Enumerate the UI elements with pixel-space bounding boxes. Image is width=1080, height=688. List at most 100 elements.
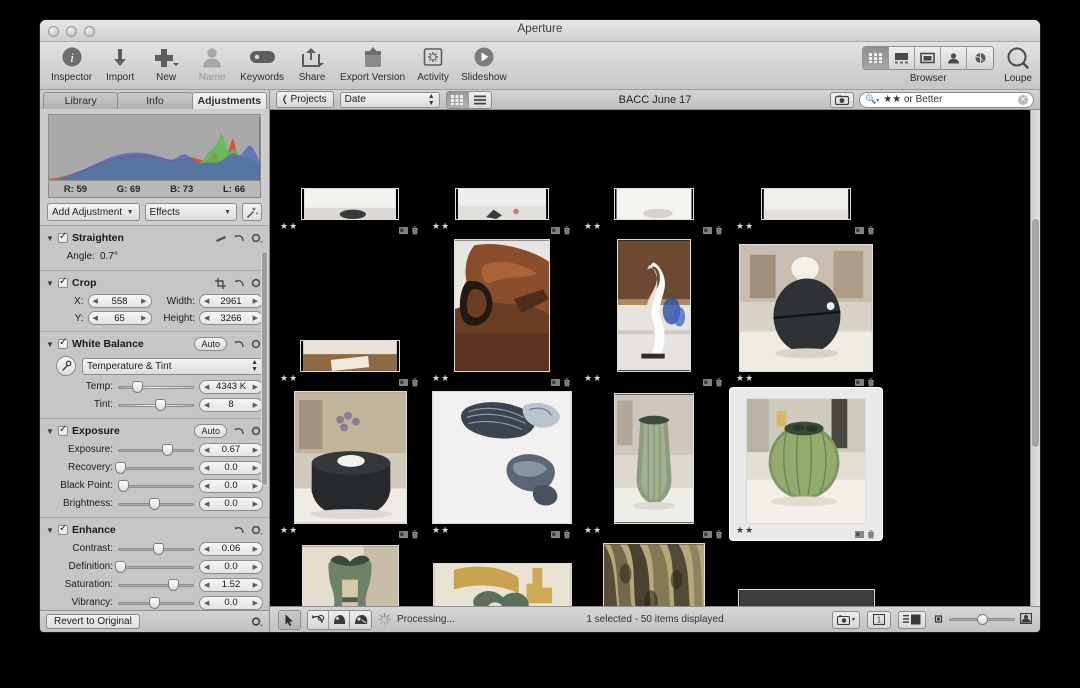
- crop-tool-icon[interactable]: [215, 277, 227, 289]
- white-balance-mode-popup[interactable]: Temperature & Tint ▲ ▼: [82, 357, 263, 375]
- toolbar-button-slideshow[interactable]: Slideshow: [456, 45, 512, 83]
- recovery-stepper[interactable]: ◀ 0.0 ▶: [199, 460, 263, 475]
- recovery-slider[interactable]: [114, 461, 194, 474]
- toolbar-button-new[interactable]: New: [143, 45, 189, 83]
- saturation-slider[interactable]: [118, 578, 194, 591]
- stepper-right-icon[interactable]: ▶: [253, 297, 258, 305]
- camera-filter-button[interactable]: [830, 91, 854, 108]
- eyedropper-icon[interactable]: [56, 356, 76, 376]
- panel-checkbox[interactable]: [58, 523, 68, 535]
- reset-icon[interactable]: [233, 232, 245, 244]
- star-rating[interactable]: ★★: [432, 525, 450, 536]
- star-rating[interactable]: ★★: [280, 525, 298, 536]
- stepper-right-icon[interactable]: ▶: [253, 545, 258, 553]
- auto-button[interactable]: Auto: [194, 337, 227, 351]
- stamp-icon[interactable]: [350, 610, 371, 629]
- stepper-right-icon[interactable]: ▶: [253, 314, 258, 322]
- slider-knob[interactable]: [114, 560, 126, 573]
- edit-tools-group[interactable]: [307, 609, 372, 630]
- thumbnail-cell[interactable]: ★★: [426, 236, 578, 388]
- slider-knob[interactable]: [152, 542, 164, 555]
- star-rating[interactable]: ★★: [432, 373, 450, 384]
- panel-checkbox[interactable]: [58, 276, 68, 288]
- toolbar-button-activity[interactable]: Activity: [410, 45, 456, 83]
- vibrancy-stepper[interactable]: ◀ 0.0 ▶: [199, 595, 263, 610]
- star-rating[interactable]: ★★: [432, 221, 450, 232]
- temp-slider[interactable]: [118, 380, 194, 393]
- thumbnail-grid[interactable]: ★★ ★★ ★★ ★★ ★★ ★★ ★★ ★★ ★★ ★★ ★★ ★★: [270, 110, 1030, 606]
- thumbnail-cell[interactable]: ★★: [578, 110, 730, 236]
- slider-knob[interactable]: [149, 497, 161, 510]
- star-rating[interactable]: ★★: [584, 221, 602, 232]
- star-rating[interactable]: ★★: [584, 373, 602, 384]
- inspector-tabs[interactable]: Library Info Adjustments: [40, 90, 269, 109]
- faces-icon[interactable]: [941, 47, 968, 69]
- tint-stepper[interactable]: ◀ 8 ▶: [199, 397, 263, 412]
- panel-header[interactable]: ▼ Crop: [40, 275, 269, 291]
- toolbar-button-loupe[interactable]: Loupe: [1004, 46, 1032, 84]
- toolbar-button-inspector[interactable]: i Inspector: [46, 45, 97, 83]
- crop-height-stepper[interactable]: ◀ 3266 ▶: [199, 311, 263, 325]
- brightness-stepper[interactable]: ◀ 0.0 ▶: [199, 496, 263, 511]
- saturation-stepper[interactable]: ◀ 1.52 ▶: [199, 577, 263, 592]
- metadata-view-button[interactable]: [898, 610, 926, 629]
- panel-header[interactable]: ▼ White Balance Auto: [40, 336, 269, 352]
- search-input[interactable]: 🔍▾ ★★ or Better ✕: [859, 91, 1034, 108]
- scrollbar-thumb[interactable]: [1032, 219, 1039, 448]
- thumbnail-cell[interactable]: ★★: [426, 388, 578, 540]
- scrollbar-thumb[interactable]: [261, 250, 268, 487]
- thumbnail-cell[interactable]: ★★: [274, 388, 426, 540]
- grid-view-icon[interactable]: [446, 91, 469, 108]
- stepper-right-icon[interactable]: ▶: [253, 482, 258, 490]
- temp-stepper[interactable]: ◀ 4343 K ▶: [199, 379, 263, 394]
- star-rating[interactable]: ★★: [736, 373, 754, 384]
- search-icon[interactable]: 🔍▾: [865, 94, 879, 105]
- browser-scrollbar[interactable]: [1030, 110, 1040, 606]
- crop-y-stepper[interactable]: ◀ 65 ▶: [87, 311, 152, 325]
- rotate-left-icon[interactable]: [308, 610, 329, 629]
- thumbnail-size-slider[interactable]: [933, 611, 1033, 629]
- places-icon[interactable]: [967, 47, 994, 69]
- panel-header[interactable]: ▼ Exposure Auto: [40, 423, 269, 439]
- thumbnail-cell[interactable]: ★★: [730, 236, 882, 388]
- reset-icon[interactable]: [233, 425, 245, 437]
- contrast-slider[interactable]: [118, 542, 194, 555]
- black-point-stepper[interactable]: ◀ 0.0 ▶: [199, 478, 263, 493]
- panel-checkbox[interactable]: [58, 424, 68, 436]
- disclosure-triangle-icon[interactable]: ▼: [46, 340, 54, 349]
- slider-knob[interactable]: [161, 443, 173, 456]
- panel-checkbox[interactable]: [58, 231, 68, 243]
- stepper-right-icon[interactable]: ▶: [253, 599, 258, 607]
- thumbnail-grid-area[interactable]: ★★ ★★ ★★ ★★ ★★ ★★ ★★ ★★ ★★ ★★ ★★ ★★: [270, 110, 1040, 606]
- stepper-right-icon[interactable]: ▶: [253, 446, 258, 454]
- toolbar-button-name[interactable]: Name: [189, 45, 235, 83]
- stepper-right-icon[interactable]: ▶: [141, 297, 146, 305]
- camera-info-button[interactable]: ▾: [831, 610, 860, 629]
- thumbnail-cell[interactable]: ★★: [274, 540, 426, 606]
- stepper-right-icon[interactable]: ▶: [253, 401, 258, 409]
- tab-adjustments[interactable]: Adjustments: [191, 92, 267, 109]
- effects-popup[interactable]: Effects ▼: [144, 203, 237, 221]
- disclosure-triangle-icon[interactable]: ▼: [46, 427, 54, 436]
- slider-knob[interactable]: [976, 614, 988, 625]
- slider-knob[interactable]: [114, 461, 126, 474]
- slider-knob[interactable]: [154, 398, 166, 411]
- star-rating[interactable]: ★★: [736, 525, 754, 536]
- viewer-icon[interactable]: [915, 47, 942, 69]
- crop-x-stepper[interactable]: ◀ 558 ▶: [87, 294, 152, 308]
- reset-icon[interactable]: [233, 524, 245, 536]
- disclosure-triangle-icon[interactable]: ▼: [46, 234, 54, 243]
- star-rating[interactable]: ★★: [280, 373, 298, 384]
- view-mode-segments[interactable]: [862, 46, 995, 70]
- exposure-stepper[interactable]: ◀ 0.67 ▶: [199, 442, 263, 457]
- clear-icon[interactable]: ✕: [1018, 94, 1028, 105]
- browser-grid-icon[interactable]: [863, 47, 890, 69]
- stepper-right-icon[interactable]: ▶: [253, 581, 258, 589]
- thumbnail-cell[interactable]: ★★: [426, 110, 578, 236]
- disclosure-triangle-icon[interactable]: ▼: [46, 526, 54, 535]
- contrast-stepper[interactable]: ◀ 0.06 ▶: [199, 541, 263, 556]
- slider-knob[interactable]: [132, 380, 143, 393]
- star-rating[interactable]: ★★: [280, 221, 298, 232]
- slider-knob[interactable]: [149, 596, 161, 609]
- definition-slider[interactable]: [114, 560, 194, 573]
